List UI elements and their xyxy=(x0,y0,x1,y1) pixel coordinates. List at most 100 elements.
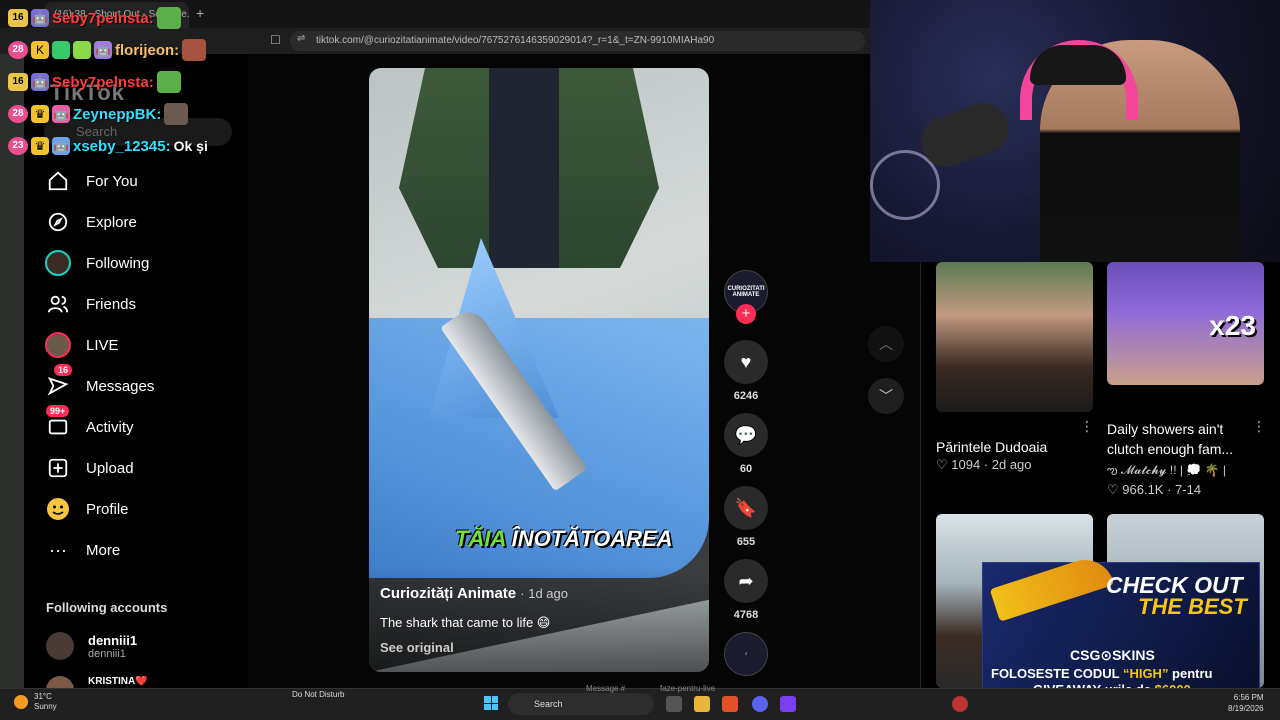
chat-text: Ok și xyxy=(173,138,208,154)
discord-message-hint: Message # xyxy=(586,684,626,693)
heart-icon[interactable]: ♥ xyxy=(724,340,768,384)
ad-headline-2: THE BEST xyxy=(1138,594,1247,619)
save-count: 655 xyxy=(736,536,756,548)
new-tab-button[interactable]: + xyxy=(196,5,204,21)
video-meta: ♡ 966.1K · 7-14 xyxy=(1107,482,1202,497)
sun-icon xyxy=(14,695,28,709)
sidebar-item-explore[interactable]: Explore xyxy=(44,207,137,237)
thumbnail-overlay-text: x23 xyxy=(1209,310,1256,341)
sidebar-item-messages[interactable]: 16 Messages xyxy=(44,364,155,401)
crown-icon: ♛ xyxy=(31,137,49,155)
sidebar-item-profile[interactable]: Profile xyxy=(44,494,129,524)
robot-icon: 🤖 xyxy=(94,41,112,59)
weather-widget[interactable]: 31°C Sunny xyxy=(14,692,57,712)
comment-count: 60 xyxy=(739,463,753,475)
task-view-icon[interactable] xyxy=(666,696,682,712)
messages-icon: 16 xyxy=(44,364,73,400)
chat-level-badge: 23 xyxy=(8,137,28,155)
save-action[interactable]: 🔖 655 xyxy=(724,486,768,548)
chat-username: florijeon: xyxy=(115,41,180,59)
following-account-item[interactable]: denniii1 denniii1 xyxy=(46,632,137,660)
taskbar-search[interactable]: Search xyxy=(508,693,654,715)
chat-level-badge: 28 xyxy=(8,41,28,59)
windows-start-icon[interactable] xyxy=(484,696,498,710)
video-title[interactable]: Daily showers ain't clutch enough fam... xyxy=(1107,419,1247,459)
comment-icon[interactable]: 💬 xyxy=(724,413,768,457)
pepe-emote-icon xyxy=(156,7,181,29)
comment-action[interactable]: 💬 60 xyxy=(724,413,768,475)
sidebar-item-label: Upload xyxy=(86,459,134,477)
messages-badge: 16 xyxy=(54,364,73,376)
sidebar-item-label: For You xyxy=(86,172,138,190)
following-account-item[interactable]: KRISTINA❤️ xyxy=(46,676,148,688)
site-info-icon[interactable]: ⇌ xyxy=(297,33,305,44)
chat-username: Seby7pelnsta: xyxy=(52,73,154,91)
next-video-button[interactable]: ﹀ xyxy=(868,378,904,414)
follow-plus-button[interactable]: + xyxy=(736,304,756,324)
sidebar-item-for-you[interactable]: For You xyxy=(44,166,138,196)
video-player[interactable]: TĂIA ÎNOTĂTOAREA Curiozități Animate · 1… xyxy=(369,68,709,672)
chat-level-badge: 16 xyxy=(8,73,28,91)
sidebar-item-upload[interactable]: Upload xyxy=(44,453,134,483)
discord-icon[interactable] xyxy=(752,696,768,712)
sound-disc-image: ♪ xyxy=(724,632,768,676)
video-meta: ♡ 1094 · 2d ago xyxy=(936,457,1032,472)
share-icon[interactable]: ➦ xyxy=(724,559,768,603)
sidebar-item-more[interactable]: ··· More xyxy=(44,535,120,565)
account-name: denniii1 xyxy=(88,632,138,648)
sidebar-item-label: Profile xyxy=(86,500,129,518)
more-icon: ··· xyxy=(49,539,67,560)
see-original-link[interactable]: See original xyxy=(380,640,454,655)
like-count: 6246 xyxy=(733,390,759,402)
badge-icon xyxy=(73,41,91,59)
crown-icon: K xyxy=(31,41,49,59)
share-count: 4768 xyxy=(733,609,759,621)
sidebar-item-activity[interactable]: 99+ Activity xyxy=(44,405,134,442)
bookmark-icon[interactable]: ☐ xyxy=(270,33,281,47)
friends-icon xyxy=(44,290,72,318)
account-avatar xyxy=(46,632,74,660)
system-clock[interactable]: 6:56 PM 8/19/2026 xyxy=(1228,692,1264,714)
sidebar-item-label: Friends xyxy=(86,295,137,313)
ad-line-1: FOLOSESTE CODUL “HIGH” pentru xyxy=(991,666,1213,681)
sidebar-item-friends[interactable]: Friends xyxy=(44,289,136,319)
video-author-line: ఌ 𝓜𝓪𝓽𝓬𝓱𝔂 !! | 💭 🌴 | xyxy=(1107,463,1226,477)
tray-app-icon[interactable] xyxy=(952,696,968,712)
like-action[interactable]: ♥ 6246 xyxy=(724,340,768,402)
app-grid-icon[interactable] xyxy=(780,696,796,712)
bookmark-icon[interactable]: 🔖 xyxy=(724,486,768,530)
sidebar-item-live[interactable]: LIVE xyxy=(44,330,119,360)
robot-icon: 🤖 xyxy=(52,137,70,155)
previous-video-button[interactable]: ︿ xyxy=(868,326,904,362)
ad-brand: CSG⊙SKINS xyxy=(1070,647,1155,663)
video-thumbnail[interactable] xyxy=(936,262,1093,412)
home-icon xyxy=(44,167,72,195)
face-emote-icon xyxy=(164,103,189,125)
video-thumbnail[interactable]: x23 xyxy=(1107,262,1264,385)
chat-username: xseby_12345: xyxy=(73,137,171,155)
video-title[interactable]: Părintele Dudoaia xyxy=(936,437,1047,457)
file-explorer-icon[interactable] xyxy=(694,696,710,712)
address-bar[interactable]: tiktok.com/@curiozitatianimate/video/767… xyxy=(290,31,865,51)
account-name: KRISTINA❤️ xyxy=(88,676,148,687)
account-handle: denniii1 xyxy=(88,647,126,660)
account-avatar xyxy=(46,676,74,688)
share-action[interactable]: ➦ 4768 xyxy=(724,559,768,621)
upload-icon xyxy=(44,454,72,482)
video-caption-text: TĂIA ÎNOTĂTOAREA xyxy=(455,526,673,551)
video-description: The shark that came to life 😄 xyxy=(380,615,551,630)
brave-browser-icon[interactable] xyxy=(722,696,738,712)
video-author[interactable]: Curiozități Animate · 1d ago xyxy=(380,585,568,602)
chat-username: ZeyneppBK: xyxy=(73,105,162,123)
compass-icon xyxy=(44,208,72,236)
sidebar-item-label: LIVE xyxy=(86,336,119,354)
live-avatar-icon xyxy=(44,331,72,359)
sidebar-item-label: Messages xyxy=(86,377,155,395)
chat-message: 16 🤖 Seby7pelnsta: xyxy=(8,7,181,29)
face-emote-icon xyxy=(182,39,207,61)
sidebar-item-following[interactable]: Following xyxy=(44,248,149,278)
sound-disc[interactable]: ♪ xyxy=(724,632,768,676)
discord-channel-hint: faze-pentru-live xyxy=(660,684,716,693)
more-options-icon[interactable]: ⋮ xyxy=(1080,418,1094,435)
more-options-icon[interactable]: ⋮ xyxy=(1252,418,1266,435)
